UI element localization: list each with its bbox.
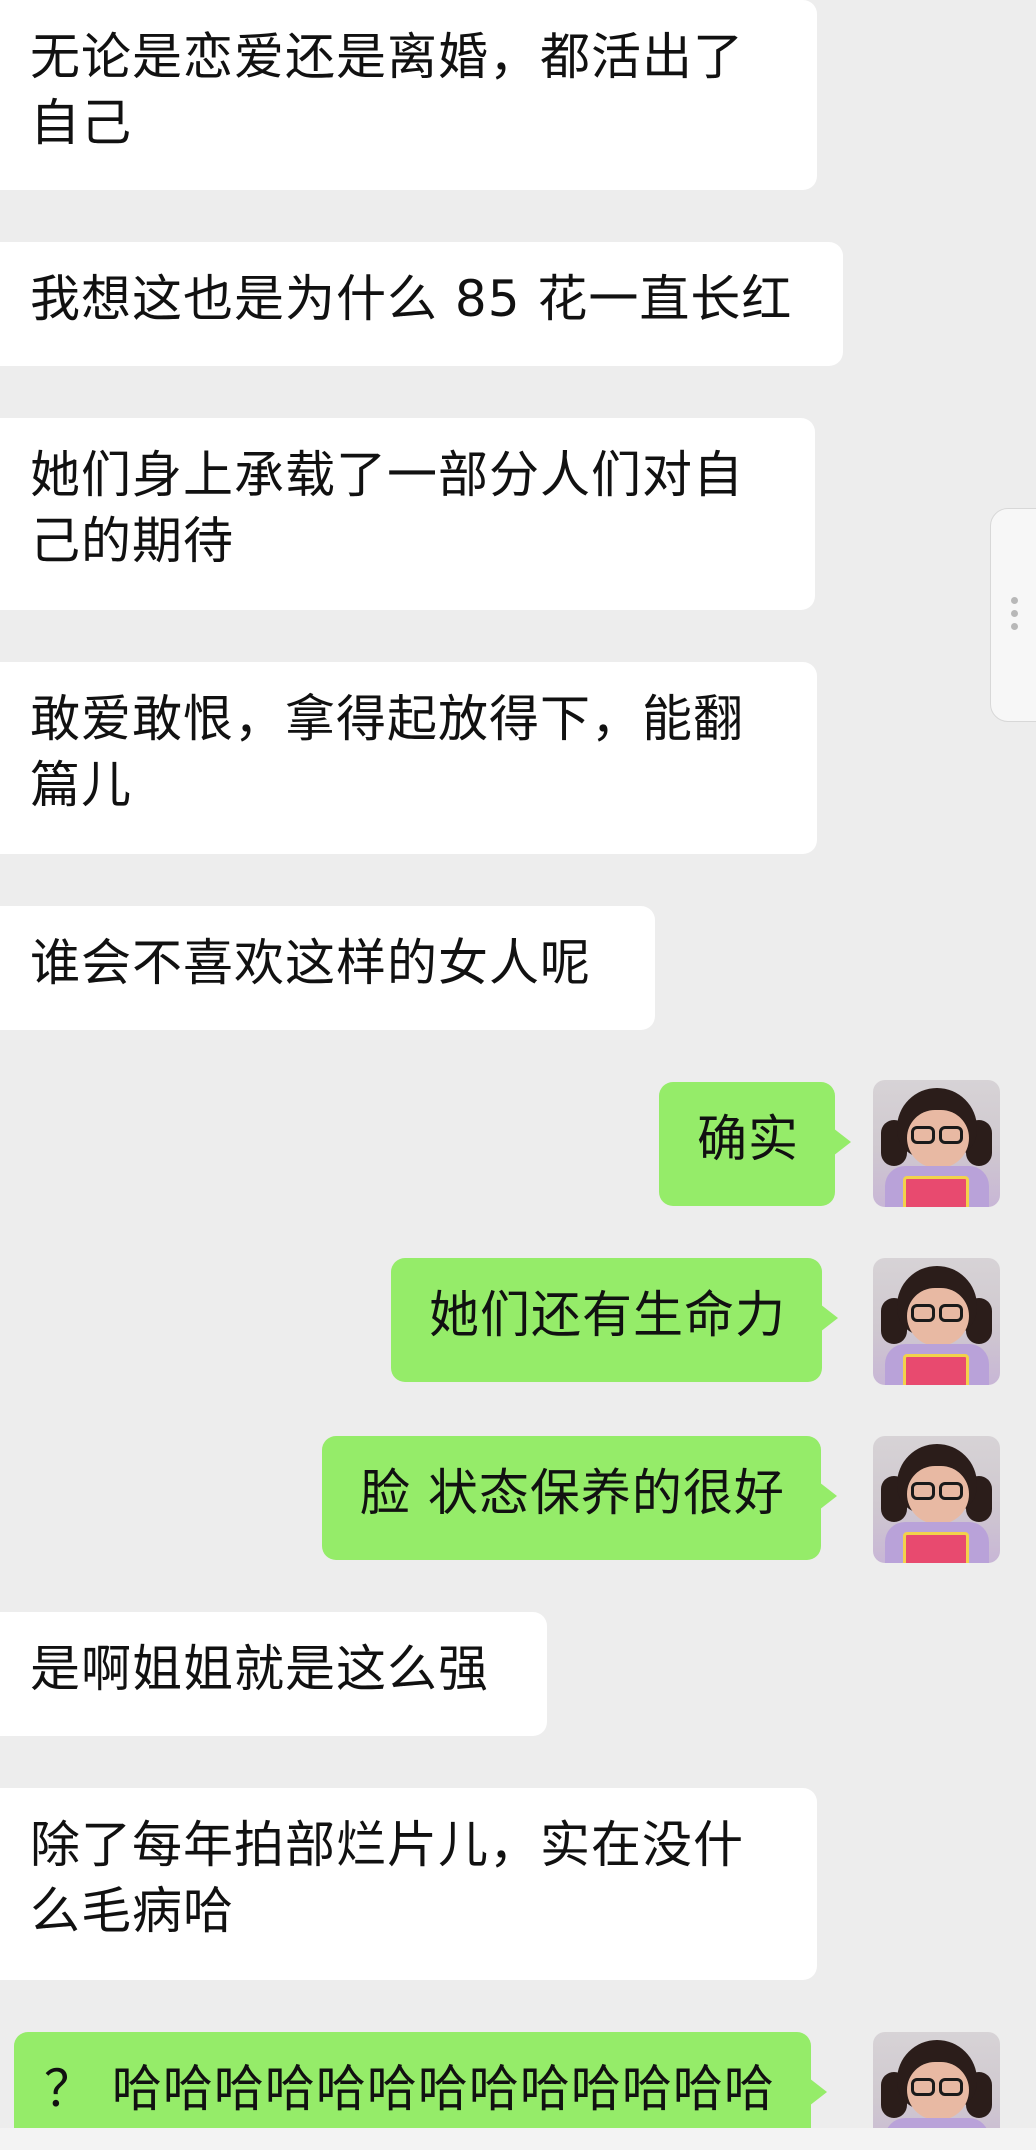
incoming-message-bubble[interactable]: 谁会不喜欢这样的女人呢 [0,906,655,1030]
bottom-edge [0,2128,1036,2150]
message-text: 无论是恋爱还是离婚，都活出了自己 [30,28,744,152]
chat-message-list[interactable]: 无论是恋爱还是离婚，都活出了自己 我想这也是为什么 85 花一直长红 她们身上承… [0,0,1036,2150]
message-text: 她们身上承载了一部分人们对自己的期待 [30,446,744,570]
message-text: ？ 哈哈哈哈哈哈哈哈哈哈哈哈哈 [44,2060,775,2118]
incoming-message-bubble[interactable]: 无论是恋爱还是离婚，都活出了自己 [0,0,817,190]
message-text: 确实 [697,1110,799,1168]
message-text: 除了每年拍部烂片儿，实在没什么毛病哈 [30,1816,744,1940]
user-avatar[interactable] [873,1080,1000,1207]
message-text: 是啊姐姐就是这么强 [30,1640,489,1698]
message-text: 脸 状态保养的很好 [360,1464,785,1522]
incoming-message-bubble[interactable]: 除了每年拍部烂片儿，实在没什么毛病哈 [0,1788,817,1980]
user-avatar[interactable] [873,1436,1000,1563]
outgoing-message-bubble[interactable]: 脸 状态保养的很好 [322,1436,837,1560]
incoming-message-bubble[interactable]: 我想这也是为什么 85 花一直长红 [0,242,843,366]
vertical-dots-icon [1011,597,1019,637]
message-text: 我想这也是为什么 85 花一直长红 [30,270,793,328]
message-text: 敢爱敢恨，拿得起放得下，能翻篇儿 [30,690,744,814]
outgoing-message-bubble[interactable]: 确实 [659,1082,851,1206]
scroll-handle[interactable] [990,508,1036,722]
incoming-message-bubble[interactable]: 敢爱敢恨，拿得起放得下，能翻篇儿 [0,662,817,854]
incoming-message-bubble[interactable]: 是啊姐姐就是这么强 [0,1612,547,1736]
user-avatar[interactable] [873,1258,1000,1385]
message-text: 谁会不喜欢这样的女人呢 [30,934,591,992]
message-text: 她们还有生命力 [429,1286,786,1344]
incoming-message-bubble[interactable]: 她们身上承载了一部分人们对自己的期待 [0,418,815,610]
outgoing-message-bubble[interactable]: 她们还有生命力 [391,1258,838,1382]
